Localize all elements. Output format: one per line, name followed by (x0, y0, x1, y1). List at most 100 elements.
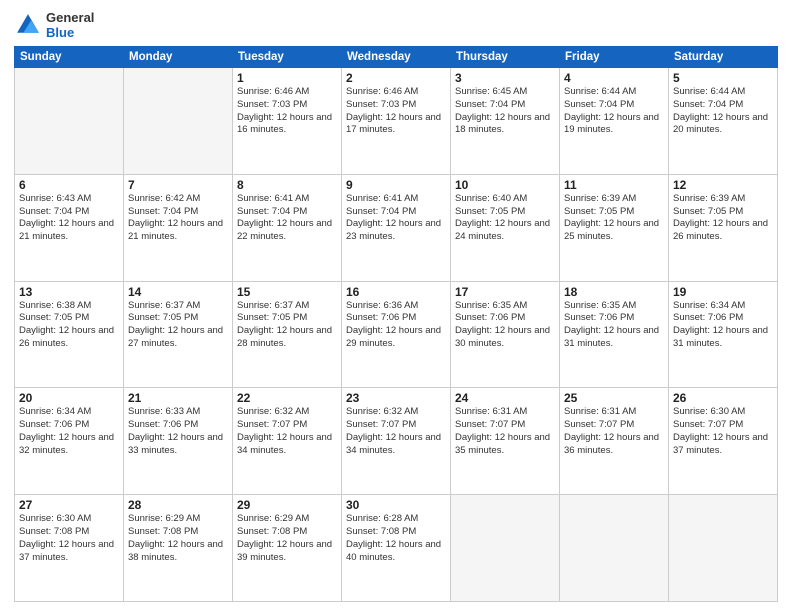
day-cell: 11Sunrise: 6:39 AM Sunset: 7:05 PM Dayli… (560, 174, 669, 281)
day-info: Sunrise: 6:34 AM Sunset: 7:06 PM Dayligh… (673, 300, 773, 351)
day-cell: 8Sunrise: 6:41 AM Sunset: 7:04 PM Daylig… (233, 174, 342, 281)
calendar-table: SundayMondayTuesdayWednesdayThursdayFrid… (14, 46, 778, 602)
day-cell (669, 495, 778, 602)
day-cell: 2Sunrise: 6:46 AM Sunset: 7:03 PM Daylig… (342, 68, 451, 175)
day-info: Sunrise: 6:36 AM Sunset: 7:06 PM Dayligh… (346, 300, 446, 351)
logo-icon (14, 11, 42, 39)
logo-text: General Blue (46, 10, 94, 40)
day-cell: 25Sunrise: 6:31 AM Sunset: 7:07 PM Dayli… (560, 388, 669, 495)
day-info: Sunrise: 6:44 AM Sunset: 7:04 PM Dayligh… (673, 86, 773, 137)
day-info: Sunrise: 6:37 AM Sunset: 7:05 PM Dayligh… (128, 300, 228, 351)
day-info: Sunrise: 6:39 AM Sunset: 7:05 PM Dayligh… (673, 193, 773, 244)
day-info: Sunrise: 6:30 AM Sunset: 7:07 PM Dayligh… (673, 406, 773, 457)
day-cell: 29Sunrise: 6:29 AM Sunset: 7:08 PM Dayli… (233, 495, 342, 602)
day-cell: 19Sunrise: 6:34 AM Sunset: 7:06 PM Dayli… (669, 281, 778, 388)
day-cell (124, 68, 233, 175)
day-number: 1 (237, 71, 337, 85)
day-number: 10 (455, 178, 555, 192)
day-number: 13 (19, 285, 119, 299)
calendar-header-row: SundayMondayTuesdayWednesdayThursdayFrid… (15, 47, 778, 68)
day-cell: 17Sunrise: 6:35 AM Sunset: 7:06 PM Dayli… (451, 281, 560, 388)
day-info: Sunrise: 6:42 AM Sunset: 7:04 PM Dayligh… (128, 193, 228, 244)
day-number: 7 (128, 178, 228, 192)
day-number: 12 (673, 178, 773, 192)
day-cell: 10Sunrise: 6:40 AM Sunset: 7:05 PM Dayli… (451, 174, 560, 281)
day-cell (15, 68, 124, 175)
day-info: Sunrise: 6:41 AM Sunset: 7:04 PM Dayligh… (237, 193, 337, 244)
day-cell: 24Sunrise: 6:31 AM Sunset: 7:07 PM Dayli… (451, 388, 560, 495)
header-sunday: Sunday (15, 47, 124, 68)
day-number: 20 (19, 391, 119, 405)
day-number: 22 (237, 391, 337, 405)
day-info: Sunrise: 6:46 AM Sunset: 7:03 PM Dayligh… (346, 86, 446, 137)
day-info: Sunrise: 6:30 AM Sunset: 7:08 PM Dayligh… (19, 513, 119, 564)
header-tuesday: Tuesday (233, 47, 342, 68)
day-number: 29 (237, 498, 337, 512)
header-wednesday: Wednesday (342, 47, 451, 68)
day-cell: 7Sunrise: 6:42 AM Sunset: 7:04 PM Daylig… (124, 174, 233, 281)
day-info: Sunrise: 6:39 AM Sunset: 7:05 PM Dayligh… (564, 193, 664, 244)
day-number: 21 (128, 391, 228, 405)
day-cell: 9Sunrise: 6:41 AM Sunset: 7:04 PM Daylig… (342, 174, 451, 281)
day-info: Sunrise: 6:28 AM Sunset: 7:08 PM Dayligh… (346, 513, 446, 564)
day-cell: 4Sunrise: 6:44 AM Sunset: 7:04 PM Daylig… (560, 68, 669, 175)
day-info: Sunrise: 6:32 AM Sunset: 7:07 PM Dayligh… (237, 406, 337, 457)
day-number: 30 (346, 498, 446, 512)
day-cell (560, 495, 669, 602)
day-number: 3 (455, 71, 555, 85)
day-cell: 15Sunrise: 6:37 AM Sunset: 7:05 PM Dayli… (233, 281, 342, 388)
day-number: 28 (128, 498, 228, 512)
week-row-1: 6Sunrise: 6:43 AM Sunset: 7:04 PM Daylig… (15, 174, 778, 281)
day-number: 18 (564, 285, 664, 299)
day-info: Sunrise: 6:35 AM Sunset: 7:06 PM Dayligh… (564, 300, 664, 351)
day-info: Sunrise: 6:45 AM Sunset: 7:04 PM Dayligh… (455, 86, 555, 137)
day-info: Sunrise: 6:34 AM Sunset: 7:06 PM Dayligh… (19, 406, 119, 457)
header-monday: Monday (124, 47, 233, 68)
day-number: 16 (346, 285, 446, 299)
day-info: Sunrise: 6:31 AM Sunset: 7:07 PM Dayligh… (455, 406, 555, 457)
day-cell: 20Sunrise: 6:34 AM Sunset: 7:06 PM Dayli… (15, 388, 124, 495)
day-cell: 22Sunrise: 6:32 AM Sunset: 7:07 PM Dayli… (233, 388, 342, 495)
day-cell: 27Sunrise: 6:30 AM Sunset: 7:08 PM Dayli… (15, 495, 124, 602)
day-info: Sunrise: 6:38 AM Sunset: 7:05 PM Dayligh… (19, 300, 119, 351)
day-cell: 12Sunrise: 6:39 AM Sunset: 7:05 PM Dayli… (669, 174, 778, 281)
day-number: 14 (128, 285, 228, 299)
day-info: Sunrise: 6:29 AM Sunset: 7:08 PM Dayligh… (128, 513, 228, 564)
day-number: 9 (346, 178, 446, 192)
week-row-2: 13Sunrise: 6:38 AM Sunset: 7:05 PM Dayli… (15, 281, 778, 388)
day-info: Sunrise: 6:31 AM Sunset: 7:07 PM Dayligh… (564, 406, 664, 457)
day-info: Sunrise: 6:37 AM Sunset: 7:05 PM Dayligh… (237, 300, 337, 351)
page: General Blue SundayMondayTuesdayWednesda… (0, 0, 792, 612)
day-number: 23 (346, 391, 446, 405)
day-cell: 5Sunrise: 6:44 AM Sunset: 7:04 PM Daylig… (669, 68, 778, 175)
day-number: 5 (673, 71, 773, 85)
day-number: 24 (455, 391, 555, 405)
day-number: 27 (19, 498, 119, 512)
day-number: 15 (237, 285, 337, 299)
top-header: General Blue (14, 10, 778, 40)
week-row-4: 27Sunrise: 6:30 AM Sunset: 7:08 PM Dayli… (15, 495, 778, 602)
day-cell: 6Sunrise: 6:43 AM Sunset: 7:04 PM Daylig… (15, 174, 124, 281)
day-number: 26 (673, 391, 773, 405)
week-row-0: 1 Sunrise: 6:46 AM Sunset: 7:03 PM Daylig… (15, 68, 778, 175)
day-number: 2 (346, 71, 446, 85)
day-number: 6 (19, 178, 119, 192)
day-cell: 21Sunrise: 6:33 AM Sunset: 7:06 PM Dayli… (124, 388, 233, 495)
header-thursday: Thursday (451, 47, 560, 68)
day-number: 4 (564, 71, 664, 85)
header-saturday: Saturday (669, 47, 778, 68)
day-cell: 3Sunrise: 6:45 AM Sunset: 7:04 PM Daylig… (451, 68, 560, 175)
day-info: Sunrise: 6:40 AM Sunset: 7:05 PM Dayligh… (455, 193, 555, 244)
day-cell: 23Sunrise: 6:32 AM Sunset: 7:07 PM Dayli… (342, 388, 451, 495)
day-cell: 18Sunrise: 6:35 AM Sunset: 7:06 PM Dayli… (560, 281, 669, 388)
day-info: Sunrise: 6:35 AM Sunset: 7:06 PM Dayligh… (455, 300, 555, 351)
day-cell: 1Sunrise: 6:46 AM Sunset: 7:03 PM Daylig… (233, 68, 342, 175)
day-info: Sunrise: 6:29 AM Sunset: 7:08 PM Dayligh… (237, 513, 337, 564)
day-cell: 14Sunrise: 6:37 AM Sunset: 7:05 PM Dayli… (124, 281, 233, 388)
day-cell (451, 495, 560, 602)
day-number: 8 (237, 178, 337, 192)
week-row-3: 20Sunrise: 6:34 AM Sunset: 7:06 PM Dayli… (15, 388, 778, 495)
day-cell: 16Sunrise: 6:36 AM Sunset: 7:06 PM Dayli… (342, 281, 451, 388)
logo-area: General Blue (14, 10, 94, 40)
day-info: Sunrise: 6:41 AM Sunset: 7:04 PM Dayligh… (346, 193, 446, 244)
